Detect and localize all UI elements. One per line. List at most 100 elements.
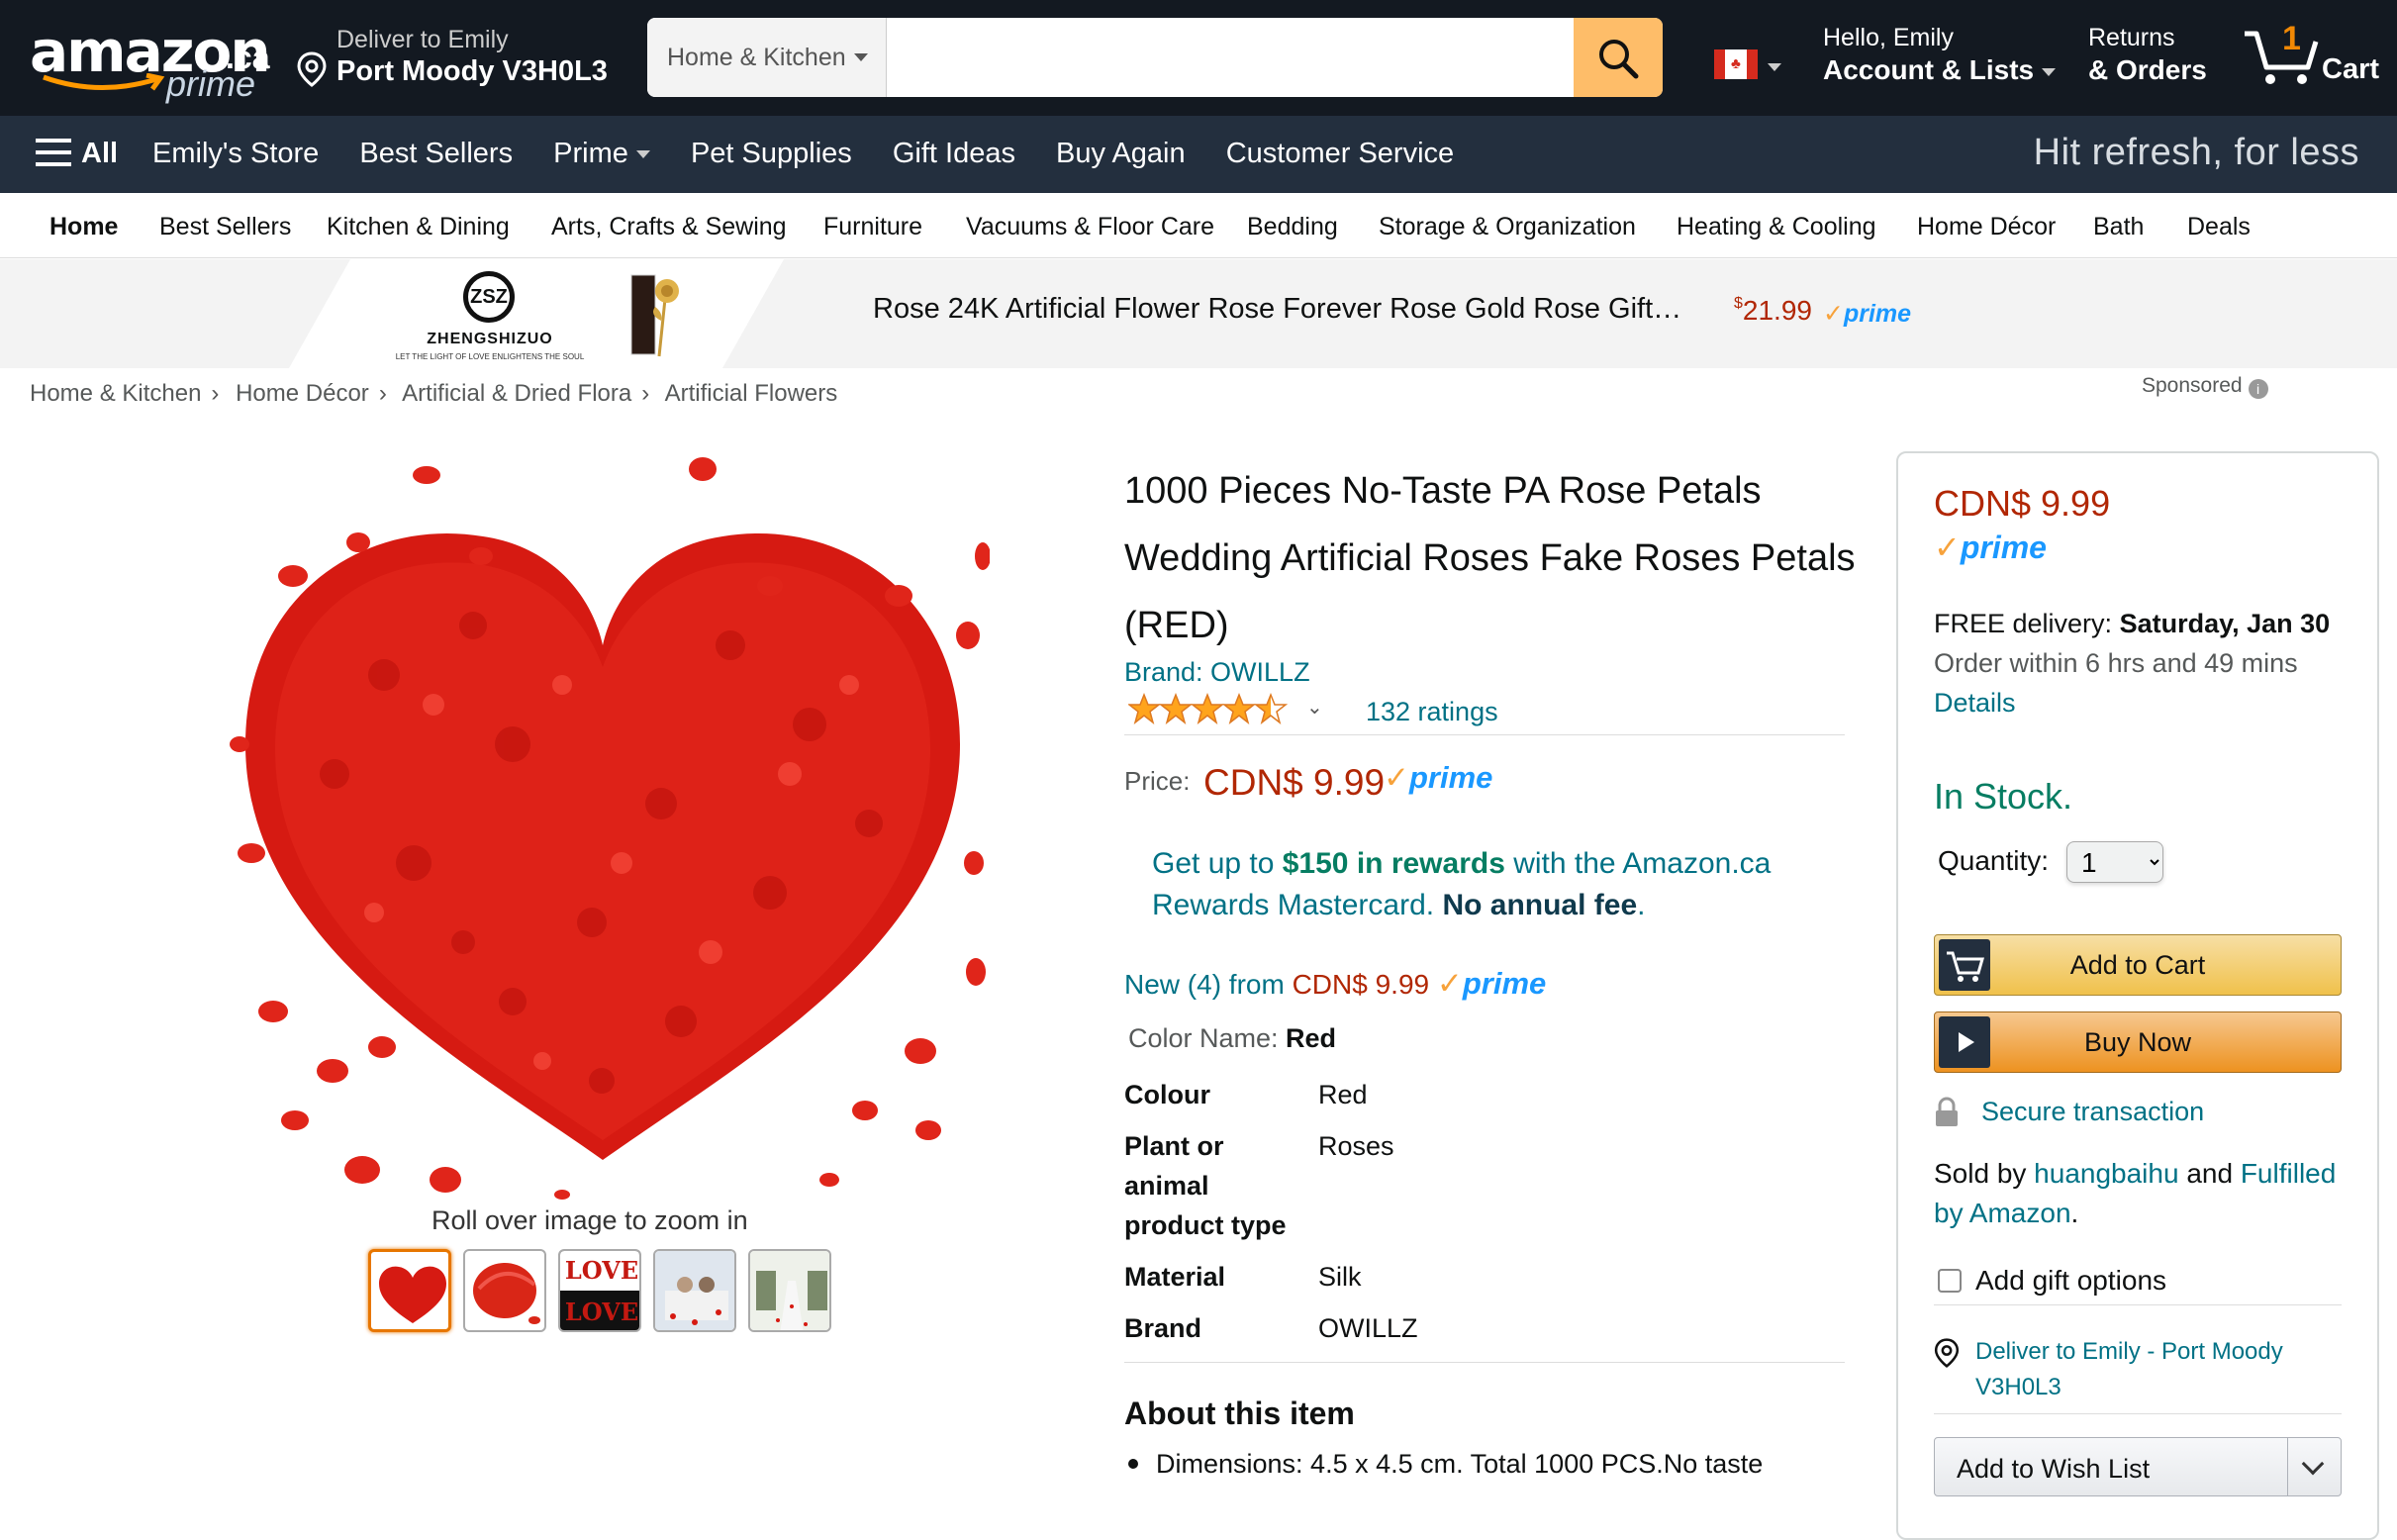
subnav-vacuums[interactable]: Vacuums & Floor Care xyxy=(966,213,1214,241)
gift-options-label: Add gift options xyxy=(1975,1265,2167,1296)
subnav-storage[interactable]: Storage & Organization xyxy=(1379,213,1636,241)
deliver-to[interactable]: Deliver to Emily Port Moody V3H0L3 xyxy=(297,24,623,93)
star-rating[interactable]: ⌄ xyxy=(1126,692,1323,729)
nav-promo-banner[interactable]: Hit refresh, for less xyxy=(2034,132,2359,174)
subnav-deals[interactable]: Deals xyxy=(2187,213,2251,241)
location-pin-icon xyxy=(1934,1338,1960,1368)
amazon-logo[interactable]: amazon .ca prime xyxy=(30,18,271,107)
rewards-card-offer[interactable]: Get up to $150 in rewards with the Amazo… xyxy=(1152,843,1845,926)
nav-link-prime[interactable]: Prime xyxy=(553,138,650,169)
thumbnail-petal-closeup[interactable] xyxy=(463,1249,546,1332)
breadcrumb-home-kitchen[interactable]: Home & Kitchen xyxy=(30,380,201,407)
search-input[interactable] xyxy=(887,18,1544,97)
delivery-details-link[interactable]: Details xyxy=(1934,683,2359,722)
subnav-bath[interactable]: Bath xyxy=(2093,213,2144,241)
spec-key: Material xyxy=(1124,1262,1226,1292)
breadcrumb-separator: › xyxy=(378,380,387,407)
breadcrumb-artificial-dried-flora[interactable]: Artificial & Dried Flora xyxy=(402,380,631,407)
chevron-down-icon[interactable]: ⌄ xyxy=(1306,695,1323,720)
sponsored-product-title[interactable]: Rose 24K Artificial Flower Rose Forever … xyxy=(873,293,1681,326)
sold-by: Sold by huangbaihu and Fulfilled by Amaz… xyxy=(1934,1154,2359,1233)
search-icon xyxy=(1599,40,1639,79)
returns-label: Returns xyxy=(2088,24,2175,51)
nav-link-customer-service[interactable]: Customer Service xyxy=(1226,138,1454,169)
search-category-label: Home & Kitchen xyxy=(667,44,846,71)
location-pin-icon xyxy=(297,51,327,87)
deliver-line1: Deliver to Emily xyxy=(336,26,509,53)
quantity-select[interactable]: 1 xyxy=(2066,841,2163,883)
color-name-label: Color Name: xyxy=(1128,1023,1287,1053)
subnav-bedding[interactable]: Bedding xyxy=(1247,213,1338,241)
delivery-date: Saturday, Jan 30 xyxy=(2119,609,2331,638)
search-bar: Home & Kitchen xyxy=(647,18,1663,97)
sponsored-banner[interactable]: ZSZ ZHENGSHIZUO LET THE LIGHT OF LOVE EN… xyxy=(0,259,2397,368)
color-name-value: Red xyxy=(1286,1023,1337,1053)
secure-transaction-label: Secure transaction xyxy=(1981,1097,2205,1126)
product-main-image[interactable] xyxy=(216,447,990,1202)
breadcrumb: Home & Kitchen › Home Décor › Artificial &… xyxy=(30,380,837,408)
prime-badge-label: prime xyxy=(1408,760,1493,795)
breadcrumb-artificial-flowers[interactable]: Artificial Flowers xyxy=(665,380,838,407)
account-menu[interactable]: Hello, Emily Account & Lists xyxy=(1823,24,2061,86)
chevron-down-icon[interactable] xyxy=(2301,1452,2325,1476)
star-rating-icon xyxy=(1126,692,1289,724)
about-heading: About this item xyxy=(1124,1396,1355,1431)
cart-label: Cart xyxy=(2322,53,2380,85)
add-to-cart-button[interactable]: Add to Cart xyxy=(1934,934,2342,996)
spec-value: Roses xyxy=(1318,1131,1394,1161)
spec-value: Silk xyxy=(1318,1262,1362,1292)
search-category-dropdown[interactable]: Home & Kitchen xyxy=(647,18,887,97)
sponsored-brand-logo[interactable]: ZSZ ZHENGSHIZUO LET THE LIGHT OF LOVE EN… xyxy=(386,271,594,361)
deliver-line2: Port Moody V3H0L3 xyxy=(336,55,608,87)
thumbnail-wedding-scene[interactable] xyxy=(653,1249,736,1332)
nav-link-prime-label: Prime xyxy=(553,138,628,169)
subnav-furniture[interactable]: Furniture xyxy=(823,213,922,241)
nav-link-pet-supplies[interactable]: Pet Supplies xyxy=(691,138,852,169)
quantity-row: Quantity: 1 xyxy=(1938,841,2163,883)
button-divider xyxy=(2287,1438,2288,1495)
sponsored-label[interactable]: Sponsored i xyxy=(2142,374,2268,399)
subnav-home-decor[interactable]: Home Décor xyxy=(1917,213,2056,241)
thumbnail-aisle[interactable] xyxy=(748,1249,831,1332)
ratings-count-link[interactable]: 132 ratings xyxy=(1366,697,1498,727)
wedding-scene-image xyxy=(655,1251,734,1330)
subnav-home[interactable]: Home xyxy=(49,213,118,241)
stock-status: In Stock. xyxy=(1934,776,2073,817)
new-offers-link[interactable]: New (4) from CDN$ 9.99 ✓prime xyxy=(1124,966,1546,1002)
heart-petals-thumbnail-image xyxy=(379,1266,446,1323)
delivery-info: FREE delivery: Saturday, Jan 30 Order wi… xyxy=(1934,604,2359,722)
subnav-arts-crafts[interactable]: Arts, Crafts & Sewing xyxy=(551,213,787,241)
thumbnail-heart[interactable] xyxy=(368,1249,451,1332)
language-selector[interactable]: ♣ xyxy=(1714,49,1783,83)
gold-rose-product-image[interactable] xyxy=(620,271,685,358)
returns-orders[interactable]: Returns & Orders xyxy=(2088,24,2227,86)
free-delivery-label: FREE delivery: xyxy=(1934,609,2120,638)
subnav-heating-cooling[interactable]: Heating & Cooling xyxy=(1677,213,1876,241)
nav-link-best-sellers[interactable]: Best Sellers xyxy=(359,138,513,169)
gift-options-checkbox[interactable] xyxy=(1938,1269,1962,1293)
sponsored-prime-label: prime xyxy=(1843,300,1912,328)
brand-link[interactable]: Brand: OWILLZ xyxy=(1124,657,1310,688)
cart-button[interactable]: 1 Cart xyxy=(2243,20,2391,99)
thumbnail-love[interactable]: LOVE LOVE xyxy=(558,1249,641,1332)
nav-link-gift-ideas[interactable]: Gift Ideas xyxy=(893,138,1015,169)
nav-link-buy-again[interactable]: Buy Again xyxy=(1056,138,1186,169)
nav-link-emilys-store[interactable]: Emily's Store xyxy=(152,138,319,169)
add-to-wish-list-button[interactable]: Add to Wish List xyxy=(1934,1437,2342,1496)
price-label: Price: xyxy=(1124,766,1191,796)
breadcrumb-home-decor[interactable]: Home Décor xyxy=(236,380,369,407)
subnav-best-sellers[interactable]: Best Sellers xyxy=(159,213,291,241)
divider xyxy=(1934,1413,2342,1414)
search-button[interactable] xyxy=(1574,18,1663,97)
seller-link[interactable]: huangbaihu xyxy=(2034,1158,2178,1189)
buy-now-button[interactable]: Buy Now xyxy=(1934,1011,2342,1073)
info-icon: i xyxy=(2248,379,2268,399)
all-menu-button[interactable]: All xyxy=(36,138,118,170)
prime-badge: ✓prime xyxy=(1934,529,2047,565)
all-menu-label: All xyxy=(81,138,119,169)
spec-key: Brand xyxy=(1124,1313,1202,1343)
subnav-kitchen-dining[interactable]: Kitchen & Dining xyxy=(327,213,510,241)
petal-closeup-image xyxy=(473,1263,540,1324)
play-icon xyxy=(1939,1016,1990,1068)
about-bullet-text: Dimensions: 4.5 x 4.5 cm. Total 1000 PCS… xyxy=(1156,1449,1764,1479)
